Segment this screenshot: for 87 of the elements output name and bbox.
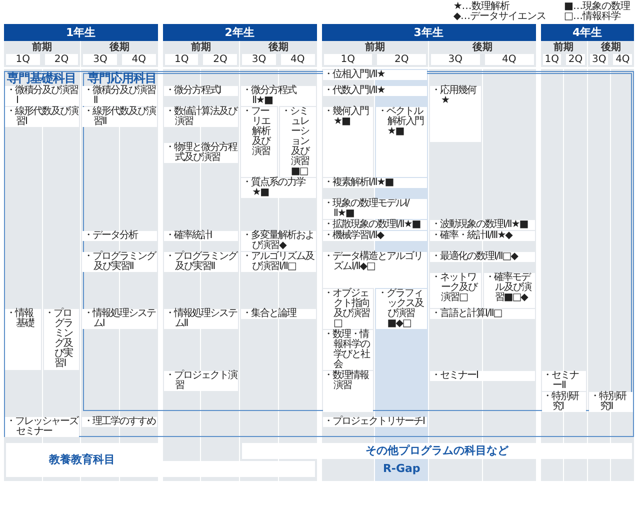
course-item: ・特別研究Ⅰ	[542, 392, 586, 412]
quarter-label: 3Q	[83, 54, 118, 65]
year-header: 3年生	[322, 24, 536, 41]
course-item: ・データ分析	[82, 231, 157, 241]
course-item: ・言語と計算Ⅰ/Ⅱ□	[430, 308, 535, 318]
course-item: ・数理情報演習	[322, 370, 374, 412]
course-item: ・プログラミング及び実習Ⅱ	[82, 252, 157, 272]
course-item: ・オブジェクト指向及び演習□	[322, 288, 374, 328]
legend-item: ★…数理解析	[453, 2, 510, 12]
section-title: 専門基礎科目	[7, 72, 77, 85]
quarter-label: 3Q	[590, 54, 608, 65]
course-item: ・波動現象の数理Ⅰ/Ⅱ★■	[430, 220, 535, 230]
quarter-label: 1Q	[324, 54, 372, 65]
course-item: ・フーリエ解析及び演習	[241, 107, 277, 177]
course-item: ・シミュレーション及び演習■□	[280, 107, 316, 177]
quarter-label: 4Q	[122, 54, 156, 65]
course-item: ・ベクトル解析入門★■	[376, 107, 428, 177]
legend-item: □…情報科学	[564, 12, 622, 22]
category-panel: その他プログラムの科目など	[242, 442, 632, 458]
course-item: ・微分方程式Ⅰ	[164, 86, 238, 96]
course-item: ・微積分及び演習Ⅱ	[82, 86, 157, 106]
term-label: 後期	[600, 41, 621, 54]
legend-item: ■…現象の数理	[564, 2, 630, 12]
term-label: 前期	[32, 41, 52, 54]
course-item: ・線形代数及び演習Ⅰ	[5, 107, 80, 127]
course-item: ・数値計算法及び演習	[164, 107, 238, 127]
quarter-label: 2Q	[44, 54, 78, 65]
course-item: ・特別研究Ⅱ	[588, 392, 633, 412]
course-item: ・セミナーⅠ	[430, 370, 535, 380]
year-header: 1年生	[4, 24, 158, 41]
course-item: ・情報処理システムⅠ	[82, 308, 157, 328]
quarter-label: 4Q	[280, 54, 314, 65]
course-item: ・集合と論理	[241, 308, 316, 318]
category-label: R-Gap	[382, 462, 420, 474]
section-title: 専門応用科目	[87, 72, 155, 85]
quarter-label: 3Q	[431, 54, 480, 65]
quarter-label: 1Q	[164, 54, 198, 65]
quarter-label: 1Q	[542, 54, 562, 65]
course-item: ・最適化の数理Ⅰ/Ⅱ□◆	[430, 252, 535, 262]
course-item: ・データ構造とアルゴリズムⅠ/Ⅱ◆□	[322, 252, 428, 288]
quarter-label: 3Q	[242, 54, 276, 65]
year-header: 2年生	[162, 24, 316, 41]
course-item: ・微積分及び演習Ⅰ	[5, 86, 80, 106]
term-label: 前期	[190, 41, 211, 54]
course-item: ・微分方程式Ⅱ★■	[241, 86, 316, 106]
term-label: 後期	[268, 41, 288, 54]
course-item: ・機械学習Ⅰ/Ⅱ◆	[322, 231, 428, 241]
course-item: ・代数入門Ⅰ/Ⅱ★	[322, 86, 428, 96]
course-item: ・幾何入門★■	[322, 107, 374, 177]
course-item: ・理工学のすすめ	[82, 416, 157, 426]
course-item: ・セミナーⅡ	[542, 370, 586, 390]
course-item: ・ネットワーク及び演習□	[430, 273, 481, 308]
course-item: ・確率・統計Ⅱ/Ⅲ★◆	[430, 231, 535, 241]
course-item: ・アルゴリズム及び演習Ⅰ/Ⅱ□	[241, 252, 316, 272]
quarter-label: 2Q	[377, 54, 426, 65]
term-label: 前期	[364, 41, 385, 54]
course-item: ・位相入門Ⅰ/Ⅱ★	[322, 70, 428, 80]
course-item: ・プロジェクトリサーチⅠ	[322, 416, 428, 426]
term-label: 後期	[110, 41, 130, 54]
course-item: ・プログラミング及び実習Ⅰ	[44, 308, 80, 370]
course-item: ・確率統計Ⅰ	[164, 231, 238, 241]
quarter-label: 2Q	[566, 54, 585, 65]
course-item: ・確率モデル及び演習■□◆	[484, 273, 535, 308]
course-item: ・拡散現象の数理Ⅰ/Ⅱ★■	[322, 220, 428, 230]
course-item: ・数理・情報科学の学びと社会	[322, 330, 374, 370]
quarter-label: 2Q	[203, 54, 238, 65]
legend-item: ◆…データサイエンス	[453, 12, 546, 22]
term-label: 前期	[554, 41, 574, 54]
quarter-label: 1Q	[6, 54, 40, 65]
course-item: ・フレッシャーズセミナー	[5, 416, 80, 436]
category-panel: 教養教育科目	[6, 442, 158, 476]
year-header: 4年生	[540, 24, 634, 41]
course-item: ・応用幾何★	[430, 86, 481, 142]
term-label: 後期	[472, 41, 492, 54]
course-item: ・情報処理システムⅡ	[164, 308, 238, 328]
quarter-label: 4Q	[484, 54, 534, 65]
course-item: ・プログラミング及び実習Ⅱ	[164, 252, 238, 272]
course-item: ・線形代数及び演習Ⅱ	[82, 107, 157, 127]
course-item: ・現象の数理モデルⅠ/Ⅱ★■	[322, 199, 428, 219]
course-item: ・物理と微分方程式及び演習	[164, 142, 238, 162]
quarter-label: 4Q	[613, 54, 632, 65]
course-item: ・多変量解析および演習◆	[241, 231, 316, 251]
course-item: ・プロジェクト演習	[164, 370, 238, 390]
course-item: ・情報基礎	[5, 308, 41, 370]
course-item: ・複素解析Ⅰ/Ⅱ★■	[322, 178, 428, 188]
course-item: ・グラフィックス及び演習■◆□	[376, 288, 428, 328]
course-item: ・質点系の力学★■	[241, 178, 316, 198]
